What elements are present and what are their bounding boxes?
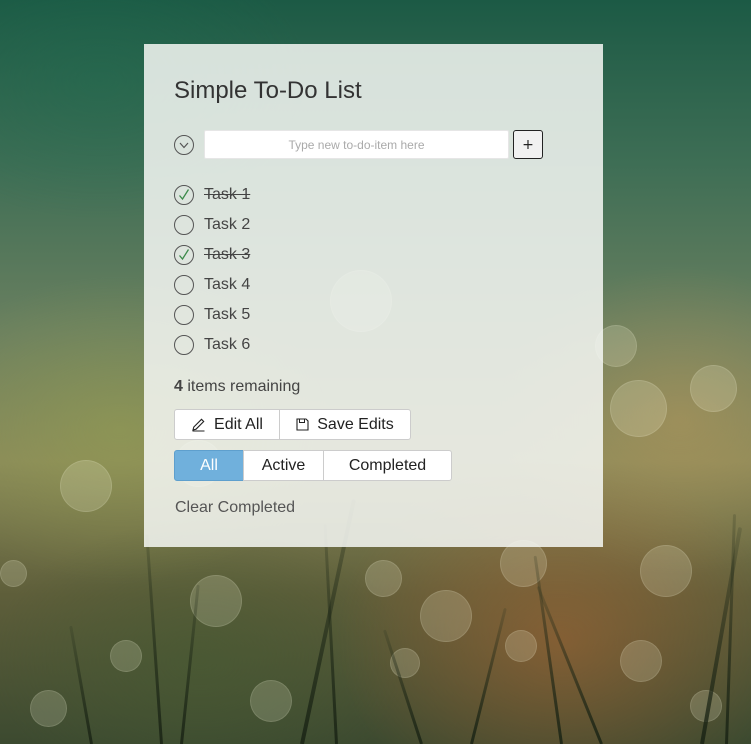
todo-panel: Simple To-Do List + Task 1 Task 2 Task 3… [144, 44, 603, 547]
bokeh-circle [0, 560, 27, 587]
remaining-count: 4 [174, 378, 183, 395]
todo-label[interactable]: Task 1 [204, 186, 250, 204]
todo-toggle[interactable] [174, 215, 194, 235]
todo-toggle[interactable] [174, 305, 194, 325]
filter-active-button[interactable]: Active [243, 450, 324, 481]
edit-all-label: Edit All [214, 415, 263, 433]
bokeh-circle [610, 380, 667, 437]
checkmark-icon [179, 189, 190, 201]
todo-label[interactable]: Task 3 [204, 246, 250, 264]
todo-list: Task 1 Task 2 Task 3 Task 4 Task 5 Task … [174, 180, 250, 360]
save-edits-button[interactable]: Save Edits [279, 409, 411, 440]
todo-toggle[interactable] [174, 245, 194, 265]
todo-label[interactable]: Task 2 [204, 216, 250, 234]
save-edits-label: Save Edits [317, 415, 394, 433]
bokeh-circle [110, 640, 142, 672]
grass-blade [533, 555, 563, 744]
grass-blade [382, 629, 423, 744]
todo-toggle[interactable] [174, 185, 194, 205]
grass-blade [145, 534, 163, 744]
bokeh-circle [365, 560, 402, 597]
todo-item: Task 2 [174, 210, 250, 240]
todo-label[interactable]: Task 5 [204, 306, 250, 324]
todo-item: Task 4 [174, 270, 250, 300]
grass-blade [536, 585, 603, 744]
grass-blade [470, 607, 507, 744]
todo-item: Task 6 [174, 330, 250, 360]
todo-item: Task 3 [174, 240, 250, 270]
filter-button-group: All Active Completed [174, 450, 452, 481]
edit-button-group: Edit All Save Edits [174, 409, 411, 440]
clear-completed-link[interactable]: Clear Completed [175, 499, 295, 517]
page-title: Simple To-Do List [174, 77, 362, 104]
grass-blade [700, 526, 743, 744]
todo-item: Task 1 [174, 180, 250, 210]
edit-all-button[interactable]: Edit All [174, 409, 280, 440]
toggle-all-button[interactable] [174, 135, 194, 155]
bokeh-circle [640, 545, 692, 597]
pencil-icon [191, 417, 206, 432]
add-todo-button[interactable]: + [513, 130, 543, 159]
filter-completed-button[interactable]: Completed [323, 450, 452, 481]
grass-blade [725, 514, 737, 744]
todo-label[interactable]: Task 6 [204, 336, 250, 354]
todo-label[interactable]: Task 4 [204, 276, 250, 294]
chevron-down-icon [179, 142, 189, 148]
new-todo-input[interactable] [204, 130, 509, 159]
grass-blade [69, 625, 93, 744]
bokeh-circle [690, 365, 737, 412]
bokeh-circle [60, 460, 112, 512]
bokeh-circle [420, 590, 472, 642]
floppy-disk-icon [296, 418, 309, 431]
todo-item: Task 5 [174, 300, 250, 330]
checkmark-icon [179, 249, 190, 261]
bokeh-circle [620, 640, 662, 682]
bokeh-circle [30, 690, 67, 727]
filter-all-button[interactable]: All [174, 450, 244, 481]
todo-toggle[interactable] [174, 275, 194, 295]
bokeh-circle [505, 630, 537, 662]
remaining-text: items remaining [182, 378, 301, 395]
grass-blade [180, 584, 200, 744]
todo-toggle[interactable] [174, 335, 194, 355]
items-remaining: 4 items remaining [174, 378, 300, 396]
bokeh-circle [250, 680, 292, 722]
